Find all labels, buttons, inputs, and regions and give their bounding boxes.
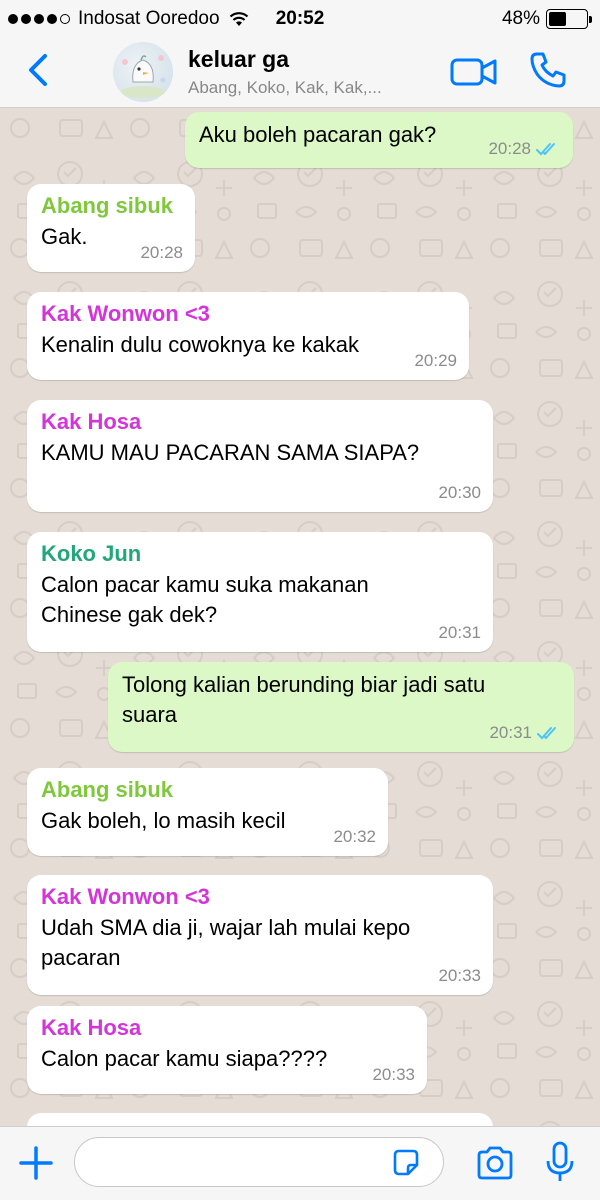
phone-icon[interactable]: [528, 50, 568, 90]
battery-icon: [546, 9, 592, 29]
message-meta: 20:28: [488, 134, 561, 164]
back-chevron-icon[interactable]: [20, 50, 60, 90]
message-text: KAMU MAU PACARAN SAMA SIAPA?: [41, 440, 420, 465]
message-time: 20:32: [333, 827, 376, 846]
incoming-message[interactable]: Kak Hosa KAMU MAU PACARAN SAMA SIAPA? 20:3…: [27, 400, 493, 512]
message-time: 20:29: [414, 351, 457, 370]
message-meta: 20:32: [333, 822, 376, 852]
battery-fill: [549, 12, 567, 26]
message-sender[interactable]: Abang sibuk: [41, 192, 181, 220]
input-bar: [0, 1126, 600, 1200]
incoming-message[interactable]: [27, 1113, 493, 1126]
message-sender[interactable]: Kak Hosa: [41, 1014, 413, 1042]
message-text: Gak boleh, lo masih kecil: [41, 808, 286, 833]
message-time: 20:30: [438, 483, 481, 502]
outgoing-message[interactable]: Aku boleh pacaran gak? 20:28: [185, 112, 573, 168]
message-sender[interactable]: Abang sibuk: [41, 776, 374, 804]
read-receipt-icon: [536, 143, 555, 156]
message-time: 20:31: [438, 623, 481, 642]
camera-icon[interactable]: [475, 1145, 515, 1181]
message-time: 20:33: [372, 1065, 415, 1084]
message-meta: 20:29: [414, 346, 457, 376]
message-meta: 20:28: [140, 238, 183, 268]
message-meta: 20:33: [438, 961, 481, 991]
video-call-icon[interactable]: [450, 54, 498, 90]
status-right: 48%: [501, 8, 592, 30]
message-time: 20:33: [438, 966, 481, 985]
chat-title[interactable]: keluar ga: [188, 46, 289, 73]
avatar-illustration-icon: [121, 55, 166, 98]
message-sender[interactable]: Kak Hosa: [41, 408, 479, 436]
chat-members[interactable]: Abang, Koko, Kak, Kak,...: [188, 78, 438, 98]
message-meta: 20:33: [372, 1060, 415, 1090]
incoming-message[interactable]: Kak Wonwon <3 Udah SMA dia ji, wajar lah …: [27, 875, 493, 995]
message-text: Kenalin dulu cowoknya ke kakak: [41, 332, 359, 357]
message-sender[interactable]: Kak Wonwon <3: [41, 883, 479, 911]
message-time: 20:31: [489, 723, 532, 742]
chat-messages[interactable]: Aku boleh pacaran gak? 20:28 Abang sibuk Ga…: [0, 108, 600, 1126]
message-meta: 20:30: [438, 478, 481, 508]
chat-header: keluar ga Abang, Koko, Kak, Kak,...: [0, 36, 600, 108]
message-sender[interactable]: Kak Wonwon <3: [41, 300, 455, 328]
message-time: 20:28: [488, 139, 531, 158]
plus-icon[interactable]: [18, 1145, 54, 1181]
incoming-message[interactable]: Koko Jun Calon pacar kamu suka makanan Ch…: [27, 532, 493, 652]
incoming-message[interactable]: Abang sibuk Gak. 20:28: [27, 184, 195, 272]
incoming-message[interactable]: Abang sibuk Gak boleh, lo masih kecil 20:3…: [27, 768, 388, 856]
incoming-message[interactable]: Kak Hosa Calon pacar kamu siapa???? 20:33: [27, 1006, 427, 1094]
status-bar: Indosat Ooredoo 20:52 48%: [0, 0, 600, 36]
message-meta: 20:31: [438, 618, 481, 648]
message-sender[interactable]: Koko Jun: [41, 540, 479, 568]
message-meta: 20:31: [489, 718, 562, 748]
outgoing-message[interactable]: Tolong kalian berunding biar jadi satu s…: [108, 662, 574, 752]
message-text: Udah SMA dia ji, wajar lah mulai kepo pa…: [41, 915, 411, 970]
sticker-icon[interactable]: [390, 1147, 422, 1179]
battery-percent: 48%: [501, 8, 540, 29]
message-input[interactable]: [74, 1137, 444, 1187]
message-time: 20:28: [140, 243, 183, 262]
microphone-icon[interactable]: [545, 1141, 575, 1183]
message-text: Calon pacar kamu siapa????: [41, 1046, 328, 1071]
read-receipt-icon: [537, 727, 556, 740]
incoming-message[interactable]: Kak Wonwon <3 Kenalin dulu cowoknya ke ka…: [27, 292, 469, 380]
message-text: Calon pacar kamu suka makanan Chinese ga…: [41, 572, 369, 627]
group-avatar[interactable]: [113, 42, 173, 102]
